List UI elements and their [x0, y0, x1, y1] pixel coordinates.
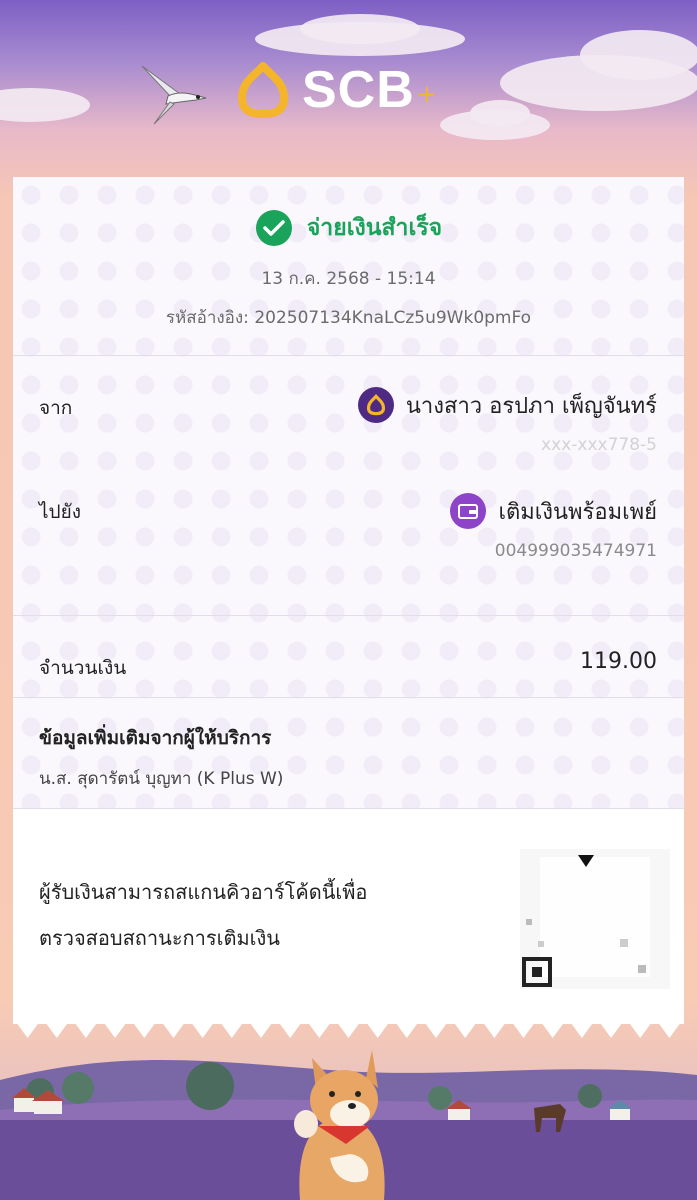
- from-account: xxx-xxx778-5: [541, 435, 657, 455]
- divider: [13, 355, 684, 356]
- from-label: จาก: [39, 397, 73, 419]
- qr-note: ผู้รับเงินสามารถสแกนคิวอาร์โค้ดนี้เพื่อ …: [39, 869, 459, 961]
- from-name: นางสาว อรปภา เพ็ญจันทร์: [405, 393, 657, 419]
- landscape-illustration: [0, 1050, 697, 1200]
- qr-code[interactable]: [520, 849, 670, 989]
- transaction-datetime: 13 ก.ค. 2568 - 15:14: [261, 269, 436, 289]
- amount-label: จำนวนเงิน: [39, 657, 127, 679]
- brand-name: SCB: [302, 61, 415, 119]
- scb-bell-icon: [238, 62, 288, 118]
- to-info: เติมเงินพร้อมเพย์ 004999035474971: [450, 493, 657, 561]
- check-circle-icon: [255, 210, 292, 246]
- qr-note-line1: ผู้รับเงินสามารถสแกนคิวอาร์โค้ดนี้เพื่อ: [39, 880, 368, 904]
- bird-illustration: [141, 65, 207, 125]
- wallet-icon: [450, 493, 487, 529]
- from-info: นางสาว อรปภา เพ็ญจันทร์ xxx-xxx778-5: [357, 387, 657, 455]
- to-label: ไปยัง: [39, 501, 82, 523]
- reference-code: รหัสอ้างอิง: 202507134KnaLCz5u9Wk0pmFo: [165, 308, 532, 328]
- qr-note-line2: ตรวจสอบสถานะการเติมเงิน: [39, 926, 280, 950]
- divider: [13, 615, 684, 616]
- to-name: เติมเงินพร้อมเพย์: [498, 499, 657, 525]
- scb-logo-icon: [357, 387, 394, 423]
- amount-value: 119.00: [580, 649, 657, 674]
- extra-info-detail: น.ส. สุดารัตน์ บุญทา (K Plus W): [39, 769, 284, 789]
- qr-section: ผู้รับเงินสามารถสแกนคิวอาร์โค้ดนี้เพื่อ …: [13, 809, 684, 1024]
- to-account: 004999035474971: [494, 541, 657, 561]
- sparkle-icon: +: [416, 80, 437, 108]
- status-text: จ่ายเงินสำเร็จ: [306, 215, 443, 241]
- receipt-torn-edge: [13, 1018, 684, 1038]
- status-row: จ่ายเงินสำเร็จ: [13, 209, 684, 247]
- divider: [13, 697, 684, 698]
- receipt-card: จ่ายเงินสำเร็จ 13 ก.ค. 2568 - 15:14 รหัส…: [13, 177, 684, 1024]
- extra-info-title: ข้อมูลเพิ่มเติมจากผู้ให้บริการ: [39, 727, 272, 749]
- scb-logo: SCB +: [236, 60, 437, 120]
